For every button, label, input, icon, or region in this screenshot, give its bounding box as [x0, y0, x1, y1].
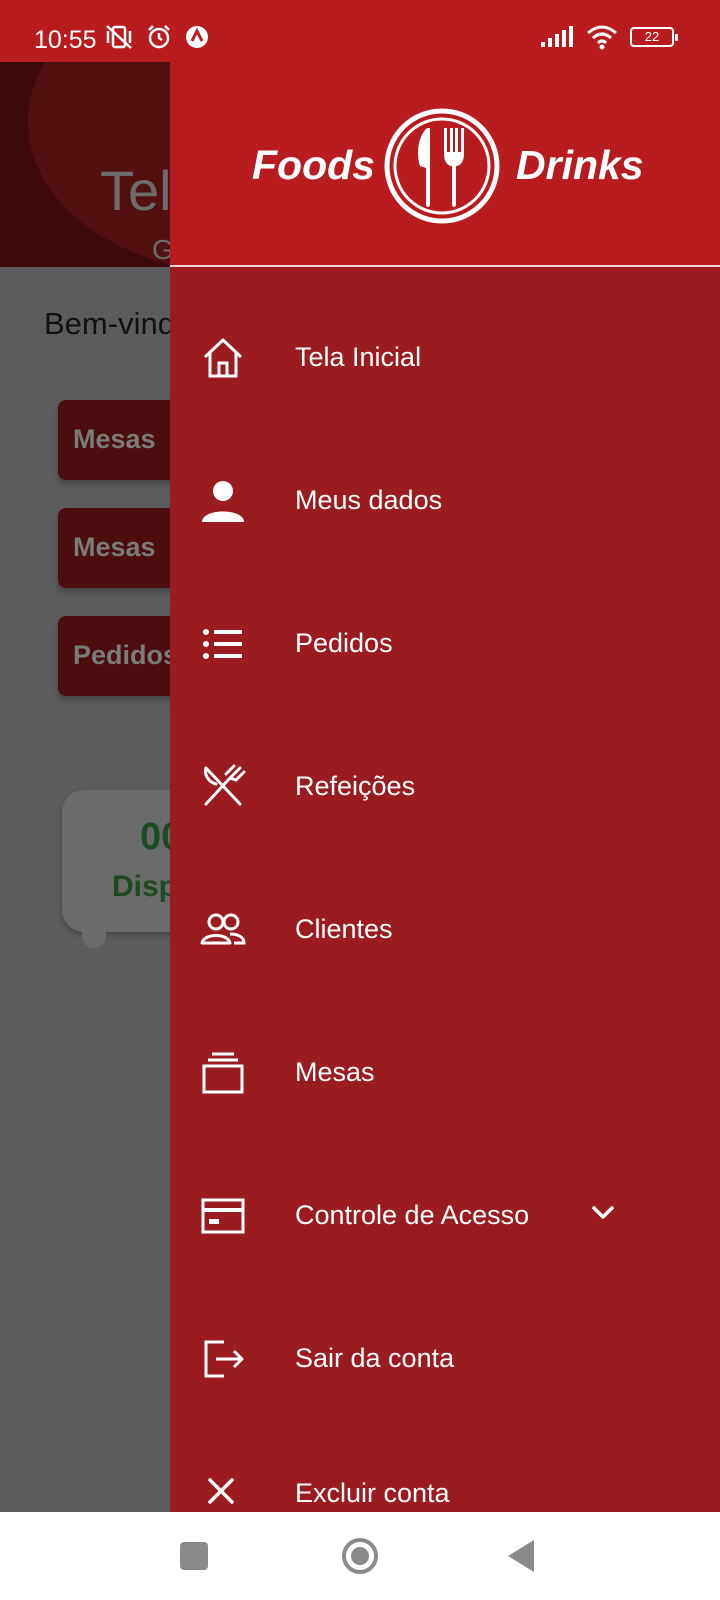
muted-vibrate-icon [106, 25, 132, 49]
home-circle-icon[interactable] [338, 1534, 382, 1578]
background-card-label: Disp [112, 870, 178, 903]
alarm-icon [148, 25, 170, 49]
chevron-down-icon[interactable] [590, 1200, 616, 1226]
close-icon [208, 1478, 234, 1504]
menu-item-mesas[interactable]: Mesas [170, 1017, 720, 1127]
menu-item-label: Mesas [295, 1057, 375, 1087]
status-bar: 10:55 22 [0, 0, 720, 62]
app-notification-icon [186, 26, 208, 48]
brand-text-drinks: Drinks [516, 142, 644, 188]
battery-icon: 22 [630, 27, 678, 47]
logout-icon [204, 1340, 244, 1378]
menu-item-label: Clientes [295, 914, 393, 944]
background-button-label: Mesas [73, 424, 156, 454]
menu-item-excluir-conta[interactable]: Excluir conta [170, 1450, 720, 1512]
system-navigation-bar [0, 1512, 720, 1600]
signal-icon [541, 26, 573, 47]
menu-item-refeicoes[interactable]: Refeições [170, 731, 720, 841]
people-icon [200, 913, 246, 945]
fork-knife-logo-icon [384, 108, 500, 224]
wifi-icon [587, 25, 617, 50]
card-icon [201, 1198, 245, 1234]
menu-item-clientes[interactable]: Clientes [170, 874, 720, 984]
tables-icon [202, 1052, 244, 1094]
person-icon [202, 481, 244, 522]
menu-item-label: Excluir conta [295, 1478, 450, 1508]
list-icon [203, 629, 242, 659]
recents-icon[interactable] [172, 1534, 216, 1578]
menu-item-sair-da-conta[interactable]: Sair da conta [170, 1303, 720, 1413]
menu-item-pedidos[interactable]: Pedidos [170, 588, 720, 698]
menu-item-meus-dados[interactable]: Meus dados [170, 445, 720, 555]
menu-item-label: Tela Inicial [295, 342, 422, 372]
drawer-header: Foods Drinks [170, 62, 720, 267]
menu-item-label: Controle de Acesso [295, 1200, 530, 1230]
background-button-label: Mesas [73, 532, 156, 562]
back-icon[interactable] [500, 1534, 544, 1578]
brand-text-foods: Foods [252, 142, 375, 188]
menu-item-label: Refeições [295, 771, 416, 801]
menu-item-controle-de-acesso[interactable]: Controle de Acesso [170, 1160, 720, 1270]
background-card-tail [82, 930, 106, 948]
background-button-label: Pedidos [73, 640, 179, 670]
menu-item-label: Pedidos [295, 628, 393, 658]
menu-item-label: Sair da conta [295, 1343, 455, 1373]
menu-item-label: Meus dados [295, 485, 443, 515]
status-time: 10:55 [34, 26, 97, 54]
menu-item-tela-inicial[interactable]: Tela Inicial [170, 302, 720, 412]
home-icon [203, 338, 243, 378]
status-left-icons [104, 24, 210, 50]
status-right-icons: 22 [540, 24, 678, 50]
cutlery-icon [204, 764, 246, 806]
navigation-drawer: Foods Drinks Tela Inicial Meus dados Ped… [170, 62, 720, 1512]
